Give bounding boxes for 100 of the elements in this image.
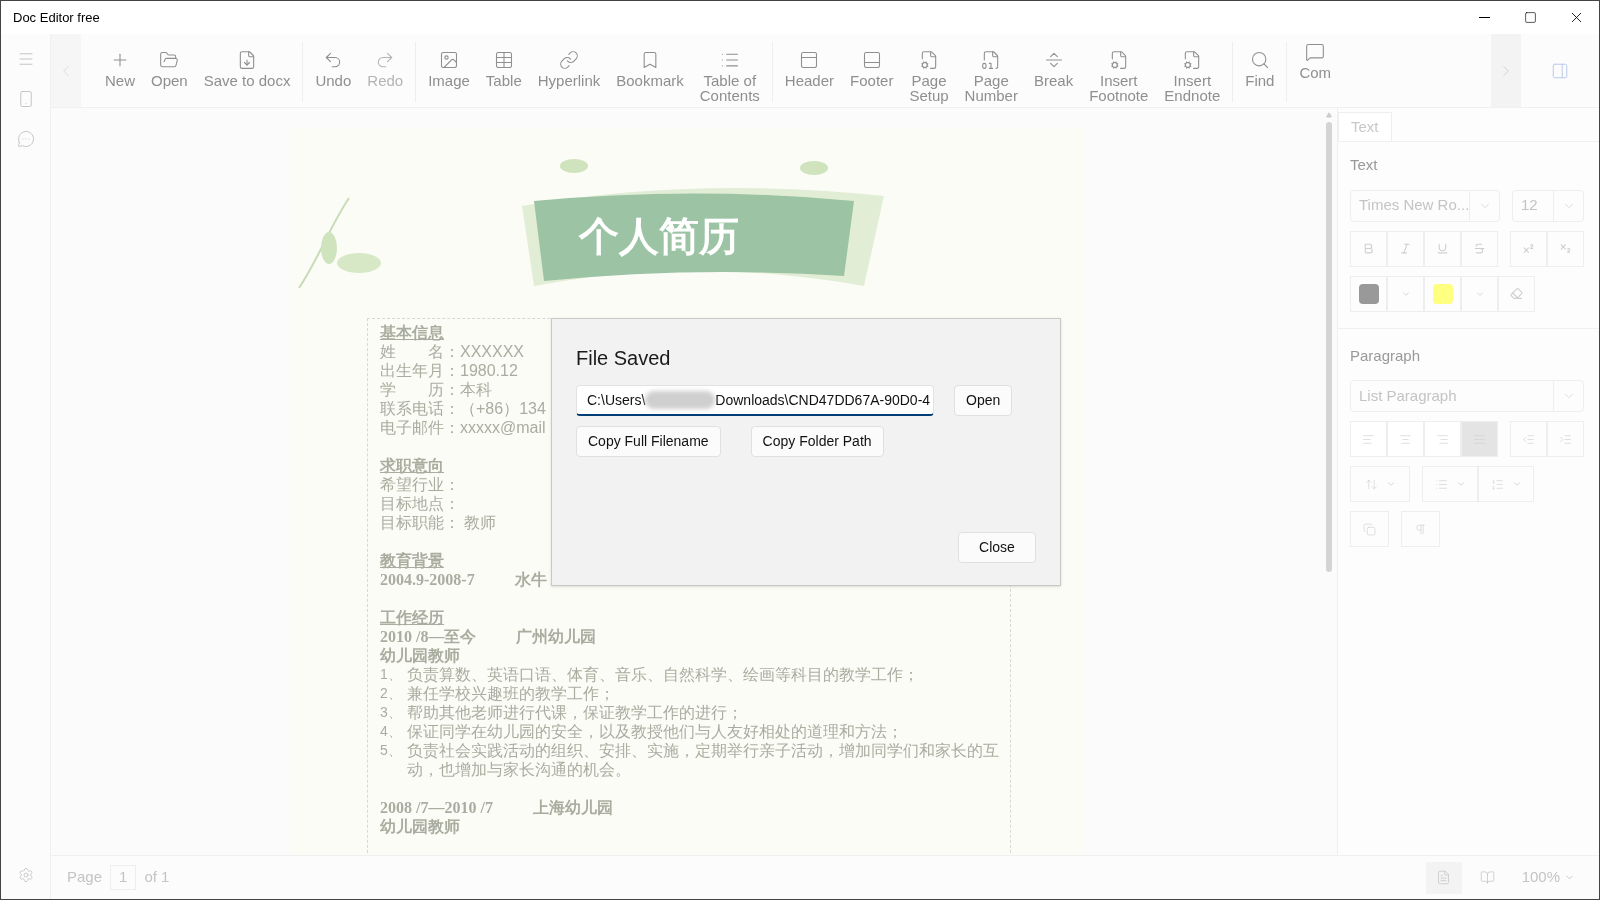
list-number: 1、: [380, 665, 403, 684]
page-number-field[interactable]: 1: [110, 865, 137, 890]
font-color-dropdown[interactable]: [1387, 275, 1424, 312]
entry-role: 幼儿园教师: [380, 817, 460, 836]
info-line: 希望行业：: [380, 475, 460, 494]
toolbar-button[interactable]: Insert Endnote: [1156, 42, 1229, 107]
comment-icon[interactable]: [16, 130, 35, 148]
align-button[interactable]: [1350, 421, 1387, 457]
toolbar-button[interactable]: Table of Contents: [691, 42, 768, 107]
superscript-button[interactable]: [1510, 230, 1547, 267]
page-gear-icon: [1108, 50, 1129, 70]
outdent-icon: [1522, 432, 1535, 446]
strikethrough-button[interactable]: [1461, 230, 1498, 267]
align-center-icon: [1399, 432, 1412, 446]
toolbar-button[interactable]: Save to docx: [195, 42, 299, 107]
window-title: Doc Editor free: [12, 8, 100, 27]
section-heading: 教育背景: [380, 551, 444, 570]
section-heading: 求职意向: [380, 456, 444, 475]
scroll-left-button[interactable]: [51, 34, 81, 107]
pilcrow-icon: [1414, 522, 1427, 536]
entry-place: 上海幼儿园: [532, 798, 613, 817]
align-left-icon: [1362, 432, 1375, 446]
section-heading: 基本信息: [380, 323, 444, 342]
header-icon: [799, 50, 820, 70]
copy-filename-button[interactable]: Copy Full Filename: [576, 426, 721, 457]
menu-icon[interactable]: [16, 50, 35, 68]
list-text: 帮助其他老师进行代课，保证教学工作的进行；: [407, 703, 743, 722]
toolbar-button[interactable]: Break: [1025, 42, 1082, 107]
toolbar-button[interactable]: Header: [776, 42, 843, 107]
font-select[interactable]: Times New Ro...: [1350, 189, 1500, 222]
style-select[interactable]: List Paragraph: [1350, 380, 1584, 412]
dialog-title: File Saved: [576, 346, 672, 371]
align-button[interactable]: [1424, 421, 1461, 457]
toolbar-button[interactable]: Page Number: [956, 42, 1026, 107]
align-button[interactable]: [1387, 421, 1424, 457]
info-line: 电子邮件：xxxxx@mail: [380, 418, 546, 437]
toolbar-button[interactable]: Table: [477, 42, 530, 107]
open-button[interactable]: Open: [954, 385, 1013, 416]
highlight-button[interactable]: [1424, 275, 1461, 312]
page-label: Page: [67, 867, 103, 888]
info-line: 目标地点：: [380, 494, 460, 513]
pilcrow-button[interactable]: [1401, 511, 1440, 547]
page-break-button[interactable]: [1350, 511, 1389, 547]
zoom-select[interactable]: 100%: [1513, 866, 1583, 889]
page-view-icon: [1480, 870, 1496, 885]
toolbar-button[interactable]: Hyperlink: [529, 42, 609, 107]
toolbar-button[interactable]: New: [97, 42, 143, 107]
info-line: 出生年月：1980.12: [380, 361, 518, 380]
minimize-icon: [1478, 17, 1490, 18]
scrollbar-thumb[interactable]: [1326, 122, 1332, 572]
list-text: 负责算数、英语口语、体育、音乐、自然科学、绘画等科目的教学工作；: [407, 665, 919, 684]
footer-icon: [861, 50, 882, 70]
print-layout-button[interactable]: [1425, 861, 1462, 894]
italic-button[interactable]: [1387, 230, 1424, 267]
line-spacing-button[interactable]: [1350, 466, 1410, 502]
numbered-list-button[interactable]: [1478, 466, 1534, 502]
section-title: Text: [1350, 155, 1379, 175]
entry-place: 广州幼儿园: [516, 627, 597, 646]
info-line: 姓 名：XXXXXX: [380, 342, 525, 361]
toolbar-button[interactable]: Footer: [842, 42, 902, 107]
indent-button[interactable]: [1547, 421, 1584, 457]
underline-button[interactable]: [1424, 230, 1461, 267]
toolbar-button[interactable]: Bookmark: [608, 42, 692, 107]
section-heading: 工作经历: [380, 608, 444, 627]
toolbar-button[interactable]: Page Setup: [901, 42, 957, 107]
break-icon: [1043, 50, 1064, 70]
toolbar-button[interactable]: Open: [143, 42, 196, 107]
clear-format-button[interactable]: [1498, 275, 1535, 312]
eraser-icon: [1510, 287, 1523, 300]
toolbar-button[interactable]: Undo: [307, 42, 360, 107]
settings-icon[interactable]: [17, 867, 34, 883]
entry-date: 2008 /7—2010 /7: [380, 798, 493, 817]
toolbar-button[interactable]: Insert Footnote: [1081, 42, 1157, 107]
table-icon: [493, 50, 514, 70]
bullet-list-button[interactable]: [1422, 466, 1478, 502]
toolbar-button[interactable]: Com: [1291, 34, 1340, 104]
copy-folder-button[interactable]: Copy Folder Path: [750, 426, 884, 457]
list-number: 4、: [380, 722, 403, 741]
bold-icon: [1362, 242, 1375, 255]
link-icon: [559, 50, 579, 70]
align-right-icon: [1436, 432, 1449, 446]
superscript-icon: [1522, 242, 1535, 255]
subscript-button[interactable]: [1547, 230, 1584, 267]
toolbar-button[interactable]: Image: [420, 42, 478, 107]
highlight-dropdown[interactable]: [1461, 275, 1498, 312]
bold-button[interactable]: [1350, 230, 1387, 267]
toolbar-button[interactable]: Find: [1237, 42, 1283, 107]
italic-icon: [1399, 242, 1412, 255]
maximize-icon: [1523, 11, 1537, 24]
size-select[interactable]: 12: [1512, 189, 1584, 222]
list-text: 保证同学在幼儿园的安全，以及教授他们与人友好相处的道理和方法；: [407, 722, 903, 741]
scroll-up-icon[interactable]: [1326, 112, 1332, 118]
list-text: 负责社会实践活动的组织、安排、实施，定期举行亲子活动，增加同学们和家长的互动，也增加与家长沟通的机会。: [407, 741, 1000, 779]
close-dialog-button[interactable]: Close: [958, 532, 1036, 563]
align-button[interactable]: [1461, 421, 1498, 457]
entry-role: 幼儿园教师: [380, 646, 460, 665]
page-count: of 1: [144, 867, 170, 888]
path-field[interactable]: C:\Users\ Downloads\CND47DD67A-90D0-4: [576, 385, 934, 416]
font-color-button[interactable]: [1350, 275, 1387, 312]
outdent-button[interactable]: [1510, 421, 1547, 457]
